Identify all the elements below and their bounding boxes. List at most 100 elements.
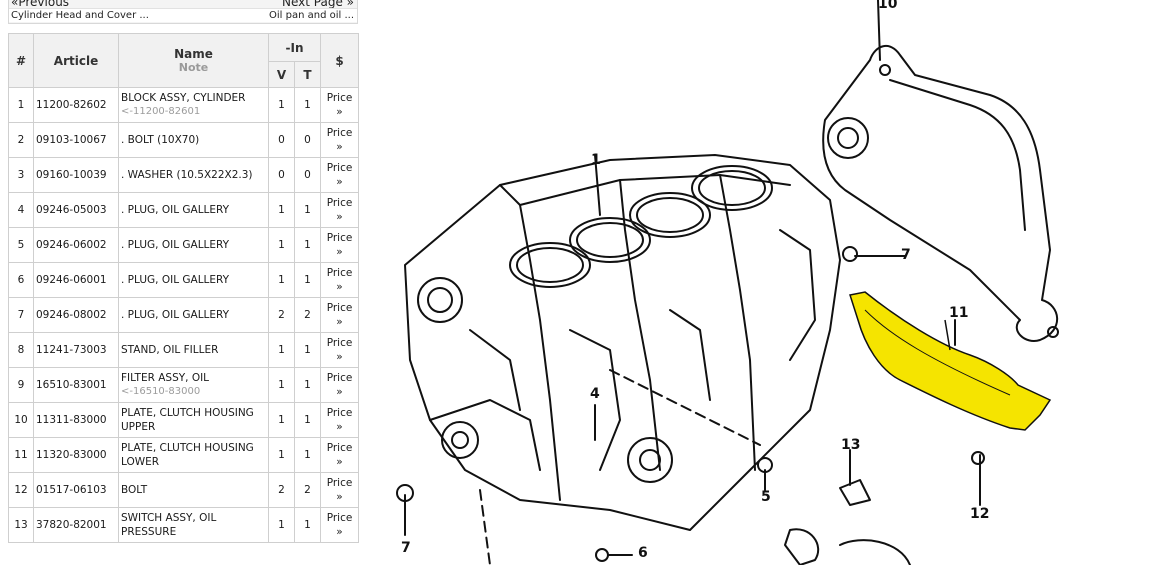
nav-links-row: «Previous Next Page » — [9, 0, 357, 9]
part-name: BLOCK ASSY, CYLINDER — [121, 92, 246, 104]
parts-diagram: 10 1 7 11 4 13 5 12 7 6 — [370, 0, 1149, 565]
price-link[interactable]: Price» — [320, 332, 359, 368]
part-name: . WASHER (10.5X22X2.3) — [121, 169, 253, 181]
part-name-cell: STAND, OIL FILLER — [118, 332, 269, 368]
quantity-v: 1 — [268, 437, 295, 473]
table-row: 3 09160-10039. WASHER (10.5X22X2.3) 0 0 Pric… — [8, 157, 359, 193]
callout-4: 4 — [590, 386, 600, 402]
row-number: 3 — [8, 157, 34, 193]
quantity-v: 1 — [268, 227, 295, 263]
quantity-v: 1 — [268, 507, 295, 543]
article-number: 11311-83000 — [33, 402, 119, 438]
row-number: 13 — [8, 507, 34, 543]
article-number: 09160-10039 — [33, 157, 119, 193]
header-name: Name Note — [118, 33, 269, 88]
quantity-t: 1 — [294, 192, 321, 228]
row-number: 4 — [8, 192, 34, 228]
part-name-cell: FILTER ASSY, OIL <-16510-83000 — [118, 367, 269, 403]
table-row: 2 09103-10067. BOLT (10X70) 0 0 Price» — [8, 122, 359, 158]
price-link[interactable]: Price» — [320, 437, 359, 473]
part-name-cell: BOLT — [118, 472, 269, 508]
header-article: Article — [33, 33, 119, 88]
table-row: 13 37820-82001 SWITCH ASSY, OIL PRESSURE 1 1… — [8, 507, 359, 543]
quantity-t: 1 — [294, 437, 321, 473]
table-row: 9 16510-83001 FILTER ASSY, OIL <-16510-8300… — [8, 367, 359, 403]
part-name-cell: . WASHER (10.5X22X2.3) — [118, 157, 269, 193]
price-link[interactable]: Price» — [320, 507, 359, 543]
row-number: 9 — [8, 367, 34, 403]
part-name: . PLUG, OIL GALLERY — [121, 239, 230, 251]
article-number: 37820-82001 — [33, 507, 119, 543]
part-name-cell: BLOCK ASSY, CYLINDER <-11200-82601 — [118, 87, 269, 123]
nav-sections-row: Cylinder Head and Cover ... Oil pan and … — [9, 8, 357, 22]
part-name: SWITCH ASSY, OIL PRESSURE — [121, 512, 217, 538]
part-note: <-16510-83000 — [121, 386, 201, 397]
part-name: . PLUG, OIL GALLERY — [121, 309, 230, 321]
row-number: 6 — [8, 262, 34, 298]
quantity-v: 1 — [268, 402, 295, 438]
quantity-v: 1 — [268, 367, 295, 403]
table-row: 11 11320-83000 PLATE, CLUTCH HOUSING LOWER… — [8, 437, 359, 473]
header-v: V — [268, 61, 295, 88]
price-link[interactable]: Price» — [320, 472, 359, 508]
quantity-v: 1 — [268, 87, 295, 123]
article-number: 11200-82602 — [33, 87, 119, 123]
header-number: # — [8, 33, 34, 88]
article-number: 11241-73003 — [33, 332, 119, 368]
part-note: <-11200-82601 — [121, 106, 201, 117]
article-number: 01517-06103 — [33, 472, 119, 508]
part-name: PLATE, CLUTCH HOUSING UPPER — [121, 407, 254, 433]
table-row: 12 01517-06103 BOLT 2 2 Price» — [8, 472, 359, 508]
price-link[interactable]: Price» — [320, 297, 359, 333]
part-name: PLATE, CLUTCH HOUSING LOWER — [121, 442, 254, 468]
row-number: 8 — [8, 332, 34, 368]
part-name: BOLT — [121, 484, 148, 496]
page-navigation: «Previous Next Page » Cylinder Head and … — [8, 0, 358, 24]
article-number: 11320-83000 — [33, 437, 119, 473]
part-name-cell: SWITCH ASSY, OIL PRESSURE — [118, 507, 269, 543]
table-row: 10 11311-83000 PLATE, CLUTCH HOUSING UPPER… — [8, 402, 359, 438]
header-name-label: Name — [174, 47, 213, 61]
price-link[interactable]: Price» — [320, 262, 359, 298]
quantity-t: 2 — [294, 472, 321, 508]
callout-13: 13 — [841, 437, 861, 453]
part-name-cell: . PLUG, OIL GALLERY — [118, 192, 269, 228]
part-name-cell: . BOLT (10X70) — [118, 122, 269, 158]
quantity-v: 2 — [268, 472, 295, 508]
part-name-cell: . PLUG, OIL GALLERY — [118, 262, 269, 298]
row-number: 12 — [8, 472, 34, 508]
price-link[interactable]: Price» — [320, 87, 359, 123]
next-section-link[interactable]: Oil pan and oil ... — [269, 10, 354, 21]
callout-11: 11 — [949, 305, 969, 321]
header-in: -In — [268, 33, 321, 62]
quantity-t: 1 — [294, 262, 321, 298]
header-price: $ — [320, 33, 359, 88]
part-name: . PLUG, OIL GALLERY — [121, 274, 230, 286]
price-link[interactable]: Price» — [320, 402, 359, 438]
part-name-cell: PLATE, CLUTCH HOUSING LOWER — [118, 437, 269, 473]
table-row: 7 09246-08002. PLUG, OIL GALLERY 2 2 Price» — [8, 297, 359, 333]
price-link[interactable]: Price» — [320, 157, 359, 193]
row-number: 2 — [8, 122, 34, 158]
quantity-t: 1 — [294, 507, 321, 543]
previous-section-link[interactable]: Cylinder Head and Cover ... — [11, 10, 149, 21]
row-number: 5 — [8, 227, 34, 263]
part-name: FILTER ASSY, OIL — [121, 372, 210, 384]
price-link[interactable]: Price» — [320, 227, 359, 263]
parts-table: # Article Name Note -In $ V T 1 11200-826… — [8, 33, 359, 543]
quantity-v: 0 — [268, 122, 295, 158]
callout-7-bottom: 7 — [401, 540, 411, 556]
callout-7-top: 7 — [901, 247, 911, 263]
article-number: 09246-05003 — [33, 192, 119, 228]
quantity-t: 1 — [294, 367, 321, 403]
quantity-t: 1 — [294, 87, 321, 123]
quantity-v: 1 — [268, 262, 295, 298]
article-number: 09246-06001 — [33, 262, 119, 298]
callout-6: 6 — [638, 545, 648, 561]
price-link[interactable]: Price» — [320, 367, 359, 403]
price-link[interactable]: Price» — [320, 192, 359, 228]
price-link[interactable]: Price» — [320, 122, 359, 158]
callout-5: 5 — [761, 489, 771, 505]
quantity-v: 0 — [268, 157, 295, 193]
part-name: STAND, OIL FILLER — [121, 344, 219, 356]
